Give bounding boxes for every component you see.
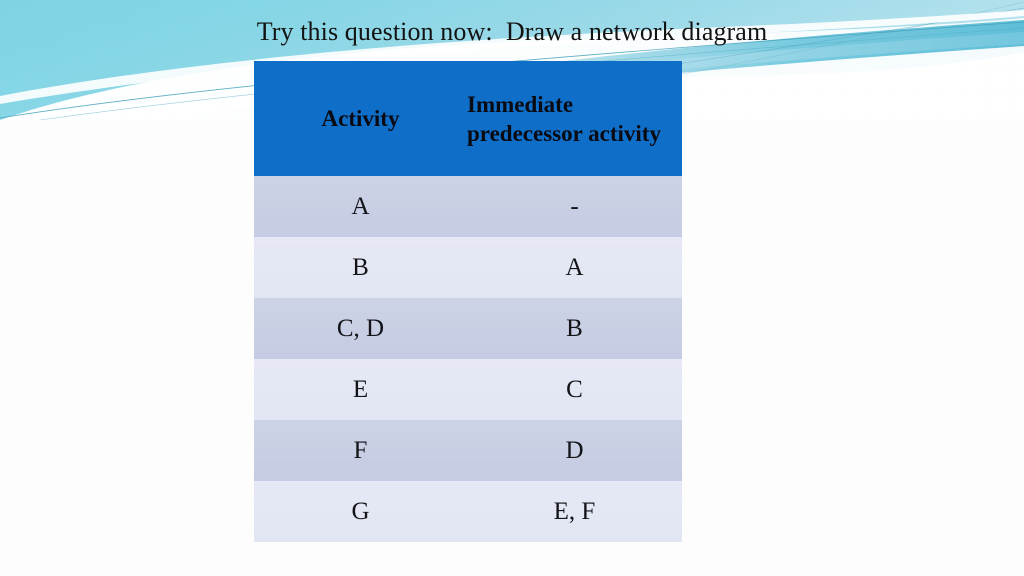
cell-predecessor: A (467, 237, 682, 298)
cell-predecessor: - (467, 176, 682, 237)
cell-activity: G (254, 481, 467, 542)
cell-predecessor: B (467, 298, 682, 359)
slide-canvas: Try this question now: Draw a network di… (0, 0, 1024, 576)
cell-activity: C, D (254, 298, 467, 359)
page-title: Try this question now: Draw a network di… (256, 17, 768, 46)
table-row: E C (254, 359, 682, 420)
table-row: C, D B (254, 298, 682, 359)
cell-predecessor: E, F (467, 481, 682, 542)
cell-activity: A (254, 176, 467, 237)
cell-activity: B (254, 237, 467, 298)
column-header-activity: Activity (254, 61, 467, 176)
activity-predecessor-table: Activity Immediate predecessor activity … (254, 61, 682, 542)
cell-activity: E (254, 359, 467, 420)
cell-predecessor: D (467, 420, 682, 481)
cell-activity: F (254, 420, 467, 481)
cell-predecessor: C (467, 359, 682, 420)
table-row: F D (254, 420, 682, 481)
column-header-immediate-predecessor-activity: Immediate predecessor activity (467, 61, 682, 176)
table-header-row: Activity Immediate predecessor activity (254, 61, 682, 176)
table-row: B A (254, 237, 682, 298)
table-row: G E, F (254, 481, 682, 542)
table-row: A - (254, 176, 682, 237)
